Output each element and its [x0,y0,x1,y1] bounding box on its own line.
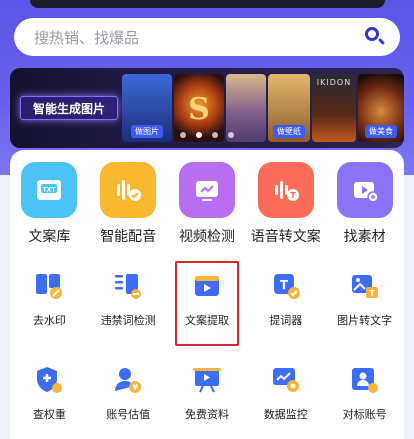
search-input[interactable]: 搜热销、找爆品 [34,27,364,48]
tool-video-check[interactable]: 视频检测 [168,162,247,246]
tool-label: 对标账号 [342,408,387,421]
tool-banned-word-check[interactable]: 违禁词检测 [89,268,168,328]
tool-label: 图片转文字 [337,314,393,327]
tool-remove-watermark[interactable]: 去水印 [10,268,89,328]
watermark-remove-icon [31,268,67,304]
carousel-dot-active [196,132,202,138]
tool-data-monitor[interactable]: 数据监控 [246,362,325,422]
tool-smart-dub[interactable]: 智能配音 [89,162,168,246]
letter-s-graphic: S [188,92,210,127]
svg-text:¥: ¥ [132,383,138,392]
tool-copy-library[interactable]: TXT 文案库 [10,162,89,246]
carousel-dot [212,132,218,138]
find-material-icon [336,162,393,218]
copy-extract-icon [189,268,225,304]
tool-label: 智能配音 [100,229,157,245]
svg-text:TXT: TXT [43,187,57,194]
main-tools-row: TXT 文案库 智能配音 视频检测 T 语音转文案 找素材 [10,162,404,246]
carousel-dot [180,132,186,138]
tool-account-value[interactable]: ¥ 账号估值 [89,362,168,422]
tool-label: 文案提取 [184,314,229,327]
tool-label: 提词器 [269,314,303,327]
svg-text:T: T [369,289,375,298]
speech-to-text-icon: T [257,162,314,218]
tool-label: 免费资料 [184,408,229,421]
svg-text:T: T [280,278,289,292]
svg-text:T: T [290,191,296,200]
tool-copy-extract[interactable]: 文案提取 [168,268,247,328]
tool-free-resource[interactable]: 免费资料 [168,362,247,422]
tool-label: 找素材 [343,229,386,245]
tool-label: 数据监控 [263,408,308,421]
weight-check-icon [31,362,67,398]
tool-label: 去水印 [32,314,66,327]
carousel-dots [0,132,414,138]
benchmark-account-icon [347,362,383,398]
tool-label: 违禁词检测 [100,314,156,327]
tool-benchmark-account[interactable]: 对标账号 [325,362,404,422]
top-bar [30,0,385,8]
banner-title: 智能生成图片 [20,96,118,120]
carousel-dot [228,132,234,138]
tool-image-to-text[interactable]: T 图片转文字 [325,268,404,328]
search-icon[interactable] [364,26,386,48]
tool-find-material[interactable]: 找素材 [325,162,404,246]
account-value-icon: ¥ [110,362,146,398]
teleprompter-icon: T [268,268,304,304]
tool-label: 查权重 [32,408,66,421]
tool-speech-to-text[interactable]: T 语音转文案 [246,162,325,246]
banned-word-icon [110,268,146,304]
tool-label: 文案库 [28,229,71,245]
tools-card: TXT 文案库 智能配音 视频检测 T 语音转文案 找素材 去水印 违禁词检测 … [10,150,404,439]
search-bar[interactable]: 搜热销、找爆品 [14,18,400,56]
data-monitor-icon [268,362,304,398]
tools-row-2: 去水印 违禁词检测 文案提取 T 提词器 T 图片转文字 [10,268,404,328]
txt-file-icon: TXT [21,162,78,218]
tool-label: 账号估值 [106,408,151,421]
tools-row-3: 查权重 ¥ 账号估值 免费资料 数据监控 对标账号 [10,362,404,422]
tool-label: 视频检测 [178,229,235,245]
image-to-text-icon: T [347,268,383,304]
thumb-wordmark: IKIDON [316,78,352,87]
video-check-icon [178,162,235,218]
tool-teleprompter[interactable]: T 提词器 [246,268,325,328]
tool-weight-check[interactable]: 查权重 [10,362,89,422]
free-resource-icon [189,362,225,398]
voice-dub-icon [100,162,157,218]
tool-label: 语音转文案 [250,229,321,245]
